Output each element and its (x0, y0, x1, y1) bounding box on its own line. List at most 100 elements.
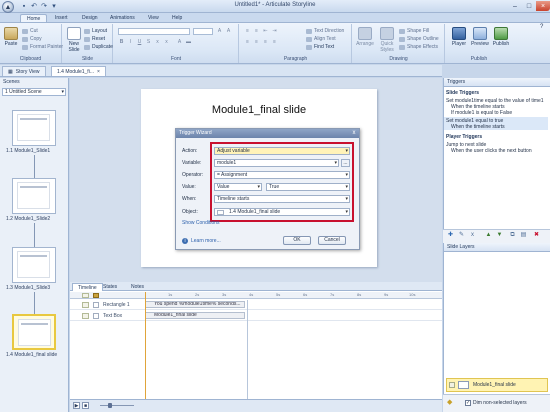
lock-icon[interactable] (93, 293, 99, 298)
operator-select[interactable]: = Assignment ▾ (214, 171, 350, 179)
cancel-button[interactable]: Cancel (318, 236, 346, 245)
help-icon[interactable]: ? (540, 24, 543, 30)
bold-icon[interactable]: B (118, 39, 125, 46)
justify-icon[interactable]: ≡ (271, 39, 278, 46)
font-name-input[interactable] (118, 28, 190, 35)
grow-font-icon[interactable]: A (216, 28, 223, 35)
playhead[interactable] (145, 292, 146, 399)
highlight-icon[interactable]: ▬ (185, 39, 192, 46)
zoom-slider-handle[interactable] (108, 403, 112, 408)
ok-button[interactable]: OK (283, 236, 311, 245)
tab-states[interactable]: States (98, 283, 122, 291)
delete-trigger-icon[interactable]: ✖ (532, 231, 541, 240)
lock-icon[interactable] (93, 313, 99, 319)
new-slide-button[interactable]: New Slide (66, 27, 82, 53)
manage-variables-button[interactable]: ... (341, 159, 350, 167)
object-select[interactable]: 1.4 Module1_final slide ▾ (214, 208, 350, 216)
paste-button[interactable]: Paste (3, 27, 19, 47)
close-icon[interactable]: x (350, 130, 358, 137)
tab-module1-final-slide[interactable]: 1.4 Module1_fi... × (51, 66, 106, 76)
dim-layers-checkbox[interactable]: ✓ (465, 400, 471, 406)
shape-outline-button[interactable]: Shape Outline (399, 36, 439, 42)
chevron-down-icon: ▾ (61, 89, 64, 95)
copy-trigger-icon[interactable]: ⧉ (508, 231, 517, 240)
redo-icon[interactable]: ↷ (40, 2, 48, 10)
shrink-font-icon[interactable]: A (225, 28, 232, 35)
new-trigger-icon[interactable]: ✚ (446, 231, 455, 240)
shape-fill-button[interactable]: Shape Fill (399, 28, 429, 34)
eye-icon[interactable] (449, 382, 455, 388)
text-direction-button[interactable]: Text Direction (306, 28, 344, 34)
slide-title[interactable]: Module1_final slide (141, 104, 377, 116)
app-menu-button[interactable]: ▲ (2, 1, 14, 13)
maximize-button[interactable]: □ (522, 1, 536, 11)
customize-qat-icon[interactable]: ▾ (50, 2, 58, 10)
when-select[interactable]: Timeline starts ▾ (214, 195, 350, 203)
action-select[interactable]: Adjust variable ▾ (214, 147, 350, 155)
quick-styles-button[interactable]: Quick Styles (377, 27, 397, 53)
manage-variables-icon[interactable]: x (468, 231, 477, 240)
scene-select[interactable]: 1 Untitled Scene ▾ (2, 88, 66, 96)
slide-thumbnail-1[interactable] (12, 110, 56, 146)
minimize-button[interactable]: – (508, 1, 522, 11)
close-tab-icon[interactable]: × (97, 67, 100, 77)
increase-indent-icon[interactable]: ⇥ (271, 28, 278, 35)
timeline-row[interactable] (70, 311, 442, 321)
find-text-button[interactable]: Find Text (306, 44, 334, 50)
align-left-icon[interactable]: ≡ (244, 39, 251, 46)
align-center-icon[interactable]: ≡ (253, 39, 260, 46)
save-icon[interactable]: ▪ (20, 2, 28, 10)
slide-thumbnail-4[interactable] (12, 314, 56, 350)
stop-icon[interactable]: ■ (82, 402, 89, 409)
value-select[interactable]: True ▾ (266, 183, 350, 191)
bullets-icon[interactable]: ≡ (244, 28, 251, 35)
variable-select[interactable]: module1 ▾ (214, 159, 339, 167)
reset-button[interactable]: Reset (84, 36, 105, 42)
publish-button[interactable]: Publish (491, 27, 511, 47)
eye-icon[interactable] (82, 293, 89, 298)
show-conditions-link[interactable]: Show Conditions (182, 220, 220, 226)
timeline-ruler[interactable] (143, 292, 442, 299)
eye-icon[interactable] (82, 302, 89, 308)
timeline-end-marker[interactable] (247, 300, 248, 399)
duplicate-button[interactable]: Duplicate (84, 44, 113, 50)
font-size-input[interactable] (193, 28, 213, 35)
close-button[interactable]: × (536, 1, 550, 11)
numbering-icon[interactable]: ≡ (253, 28, 260, 35)
lock-icon[interactable] (93, 302, 99, 308)
shape-effects-button[interactable]: Shape Effects (399, 44, 438, 50)
subscript-icon[interactable]: x (154, 39, 161, 46)
undo-icon[interactable]: ↶ (30, 2, 38, 10)
arrange-button[interactable]: Arrange (356, 27, 374, 47)
new-layer-icon[interactable]: ◆ (447, 399, 455, 407)
tab-story-view[interactable]: ▦ Story View (2, 66, 46, 76)
strikethrough-icon[interactable]: S (145, 39, 152, 46)
play-icon[interactable]: ▶ (73, 402, 80, 409)
timeline-bar[interactable]: You spend %module1time% seconds... (145, 301, 245, 308)
cut-button[interactable]: Cut (22, 28, 38, 34)
move-down-icon[interactable]: ▼ (495, 231, 504, 240)
value-type-select[interactable]: Value ▾ (214, 183, 262, 191)
timeline-bar[interactable]: Module1_final slide (145, 312, 245, 319)
edit-trigger-icon[interactable]: ✎ (457, 231, 466, 240)
copy-button[interactable]: Copy (22, 36, 42, 42)
layout-button[interactable]: Layout (84, 28, 107, 34)
align-right-icon[interactable]: ≡ (262, 39, 269, 46)
decrease-indent-icon[interactable]: ⇤ (262, 28, 269, 35)
italic-icon[interactable]: I (127, 39, 134, 46)
eye-icon[interactable] (82, 313, 89, 319)
superscript-icon[interactable]: x (163, 39, 170, 46)
learn-more-link[interactable]: Learn more... (191, 238, 221, 244)
move-up-icon[interactable]: ▲ (484, 231, 493, 240)
align-text-button[interactable]: Align Text (306, 36, 336, 42)
zoom-track[interactable] (100, 405, 134, 406)
preview-button[interactable]: Preview (470, 27, 490, 47)
format-painter-button[interactable]: Format Painter (22, 44, 63, 50)
underline-icon[interactable]: U (136, 39, 143, 46)
tab-notes[interactable]: Notes (126, 283, 149, 291)
slide-thumbnail-2[interactable] (12, 178, 56, 214)
player-button[interactable]: Player (450, 27, 468, 47)
paste-trigger-icon[interactable]: ▤ (519, 231, 528, 240)
slide-thumbnail-3[interactable] (12, 247, 56, 283)
font-color-icon[interactable]: A (176, 39, 183, 46)
